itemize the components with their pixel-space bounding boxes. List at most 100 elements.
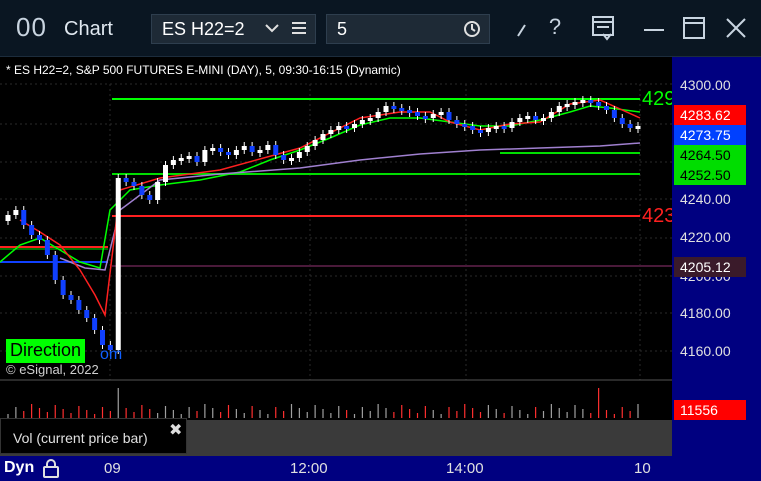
candle-body (5, 215, 11, 221)
candle-body (596, 102, 602, 106)
price-tick: 4160.00 (680, 343, 731, 359)
candle-body (155, 182, 161, 200)
volume-tag: 11556 (674, 400, 746, 420)
candle-body (367, 118, 373, 121)
time-tick: 14:00 (446, 460, 484, 477)
candle-body (178, 158, 184, 161)
candle-body (218, 148, 224, 152)
direction-label: Direction (6, 339, 86, 363)
candle-body (493, 126, 499, 129)
candle-body (84, 310, 90, 318)
candle-body (147, 195, 153, 200)
candle-body (430, 114, 436, 118)
copyright: © eSignal, 2022 (6, 362, 99, 377)
candle-body (202, 150, 208, 162)
candle-body (37, 235, 42, 240)
candle-body (525, 116, 531, 119)
ma-green (0, 105, 641, 269)
candle-body (328, 130, 334, 134)
time-axis[interactable]: Dyn 09 12:00 14:00 10 (0, 456, 761, 481)
price-tick: 4300.00 (680, 77, 731, 93)
candle-body (627, 124, 633, 128)
direction-label-tail: om (100, 346, 123, 363)
candle-body (13, 210, 19, 215)
candle-body (241, 146, 247, 150)
candle-body (438, 112, 444, 115)
candle-body (517, 118, 523, 122)
candle-body (186, 156, 192, 159)
candle-body (281, 155, 287, 160)
price-tick: 4220.00 (680, 229, 731, 245)
chart-header: * ES H22=2, S&P 500 FUTURES E-MINI (DAY)… (6, 63, 401, 77)
price-tick: 4240.00 (680, 191, 731, 207)
candle-body (304, 146, 310, 152)
price-tag-green: 4264.50 (674, 145, 746, 165)
volume-tooltip: Vol (current price bar) ✖ (0, 418, 187, 454)
candle-body (619, 118, 625, 124)
candle-body (454, 120, 460, 124)
candle-body (462, 124, 468, 127)
candle-body (296, 152, 302, 158)
candle-body (564, 104, 570, 107)
candles (5, 96, 641, 354)
candle-body (548, 112, 554, 118)
candle-body (375, 112, 381, 118)
price-tag-last: 4273.75 (674, 125, 746, 145)
candle-body (226, 152, 231, 155)
candle-body (289, 158, 294, 161)
candle-body (352, 124, 357, 128)
candle-body (194, 156, 200, 162)
time-tick: 09 (104, 460, 121, 477)
candle-body (139, 186, 145, 195)
candle-body (359, 120, 365, 124)
candle-body (533, 116, 539, 120)
candle-body (92, 318, 98, 330)
candle-body (470, 126, 476, 130)
candle-body (76, 300, 82, 310)
close-icon[interactable]: ✖ (169, 420, 182, 440)
time-tick: 12:00 (290, 460, 328, 477)
candle-body (588, 100, 594, 103)
candle-body (415, 112, 420, 116)
candle-body (163, 165, 168, 182)
candle-body (541, 118, 546, 121)
volume-bars (7, 388, 639, 418)
candle-body (446, 112, 452, 120)
candle-body (478, 130, 483, 133)
candle-body (21, 210, 27, 225)
resistance-line-label: 429 (642, 88, 672, 110)
candle-body (604, 106, 609, 110)
candle-body (312, 140, 318, 146)
candle-body (123, 178, 129, 182)
price-tag-red: 4283.62 (674, 105, 746, 125)
candle-body (257, 150, 263, 153)
candle-body (399, 108, 405, 111)
candle-body (391, 106, 397, 109)
dynamic-label[interactable]: Dyn (4, 459, 34, 477)
candle-body (580, 100, 586, 103)
candle-body (383, 106, 389, 112)
candle-body (320, 134, 326, 140)
volume-tooltip-text: Vol (current price bar) (13, 430, 148, 446)
candle-body (273, 145, 279, 155)
candle-body (572, 102, 578, 105)
candle-body (407, 110, 413, 113)
candle-body (611, 110, 617, 118)
candle-body (131, 182, 137, 186)
candle-body (265, 145, 271, 150)
candle-body (249, 146, 255, 152)
candle-body (68, 295, 74, 300)
candle-body (509, 122, 515, 128)
lock-icon[interactable] (42, 458, 60, 481)
candle-body (210, 148, 216, 151)
candle-body (344, 126, 350, 129)
candle-body (29, 225, 35, 235)
candle-body (556, 106, 562, 112)
candle-body (635, 126, 641, 129)
candle-body (115, 178, 121, 350)
candle-body (422, 116, 428, 119)
candle-body (60, 280, 66, 295)
price-tag-prior: 4205.12 (674, 257, 746, 277)
price-tick: 4180.00 (680, 305, 731, 321)
candle-body (501, 126, 507, 129)
